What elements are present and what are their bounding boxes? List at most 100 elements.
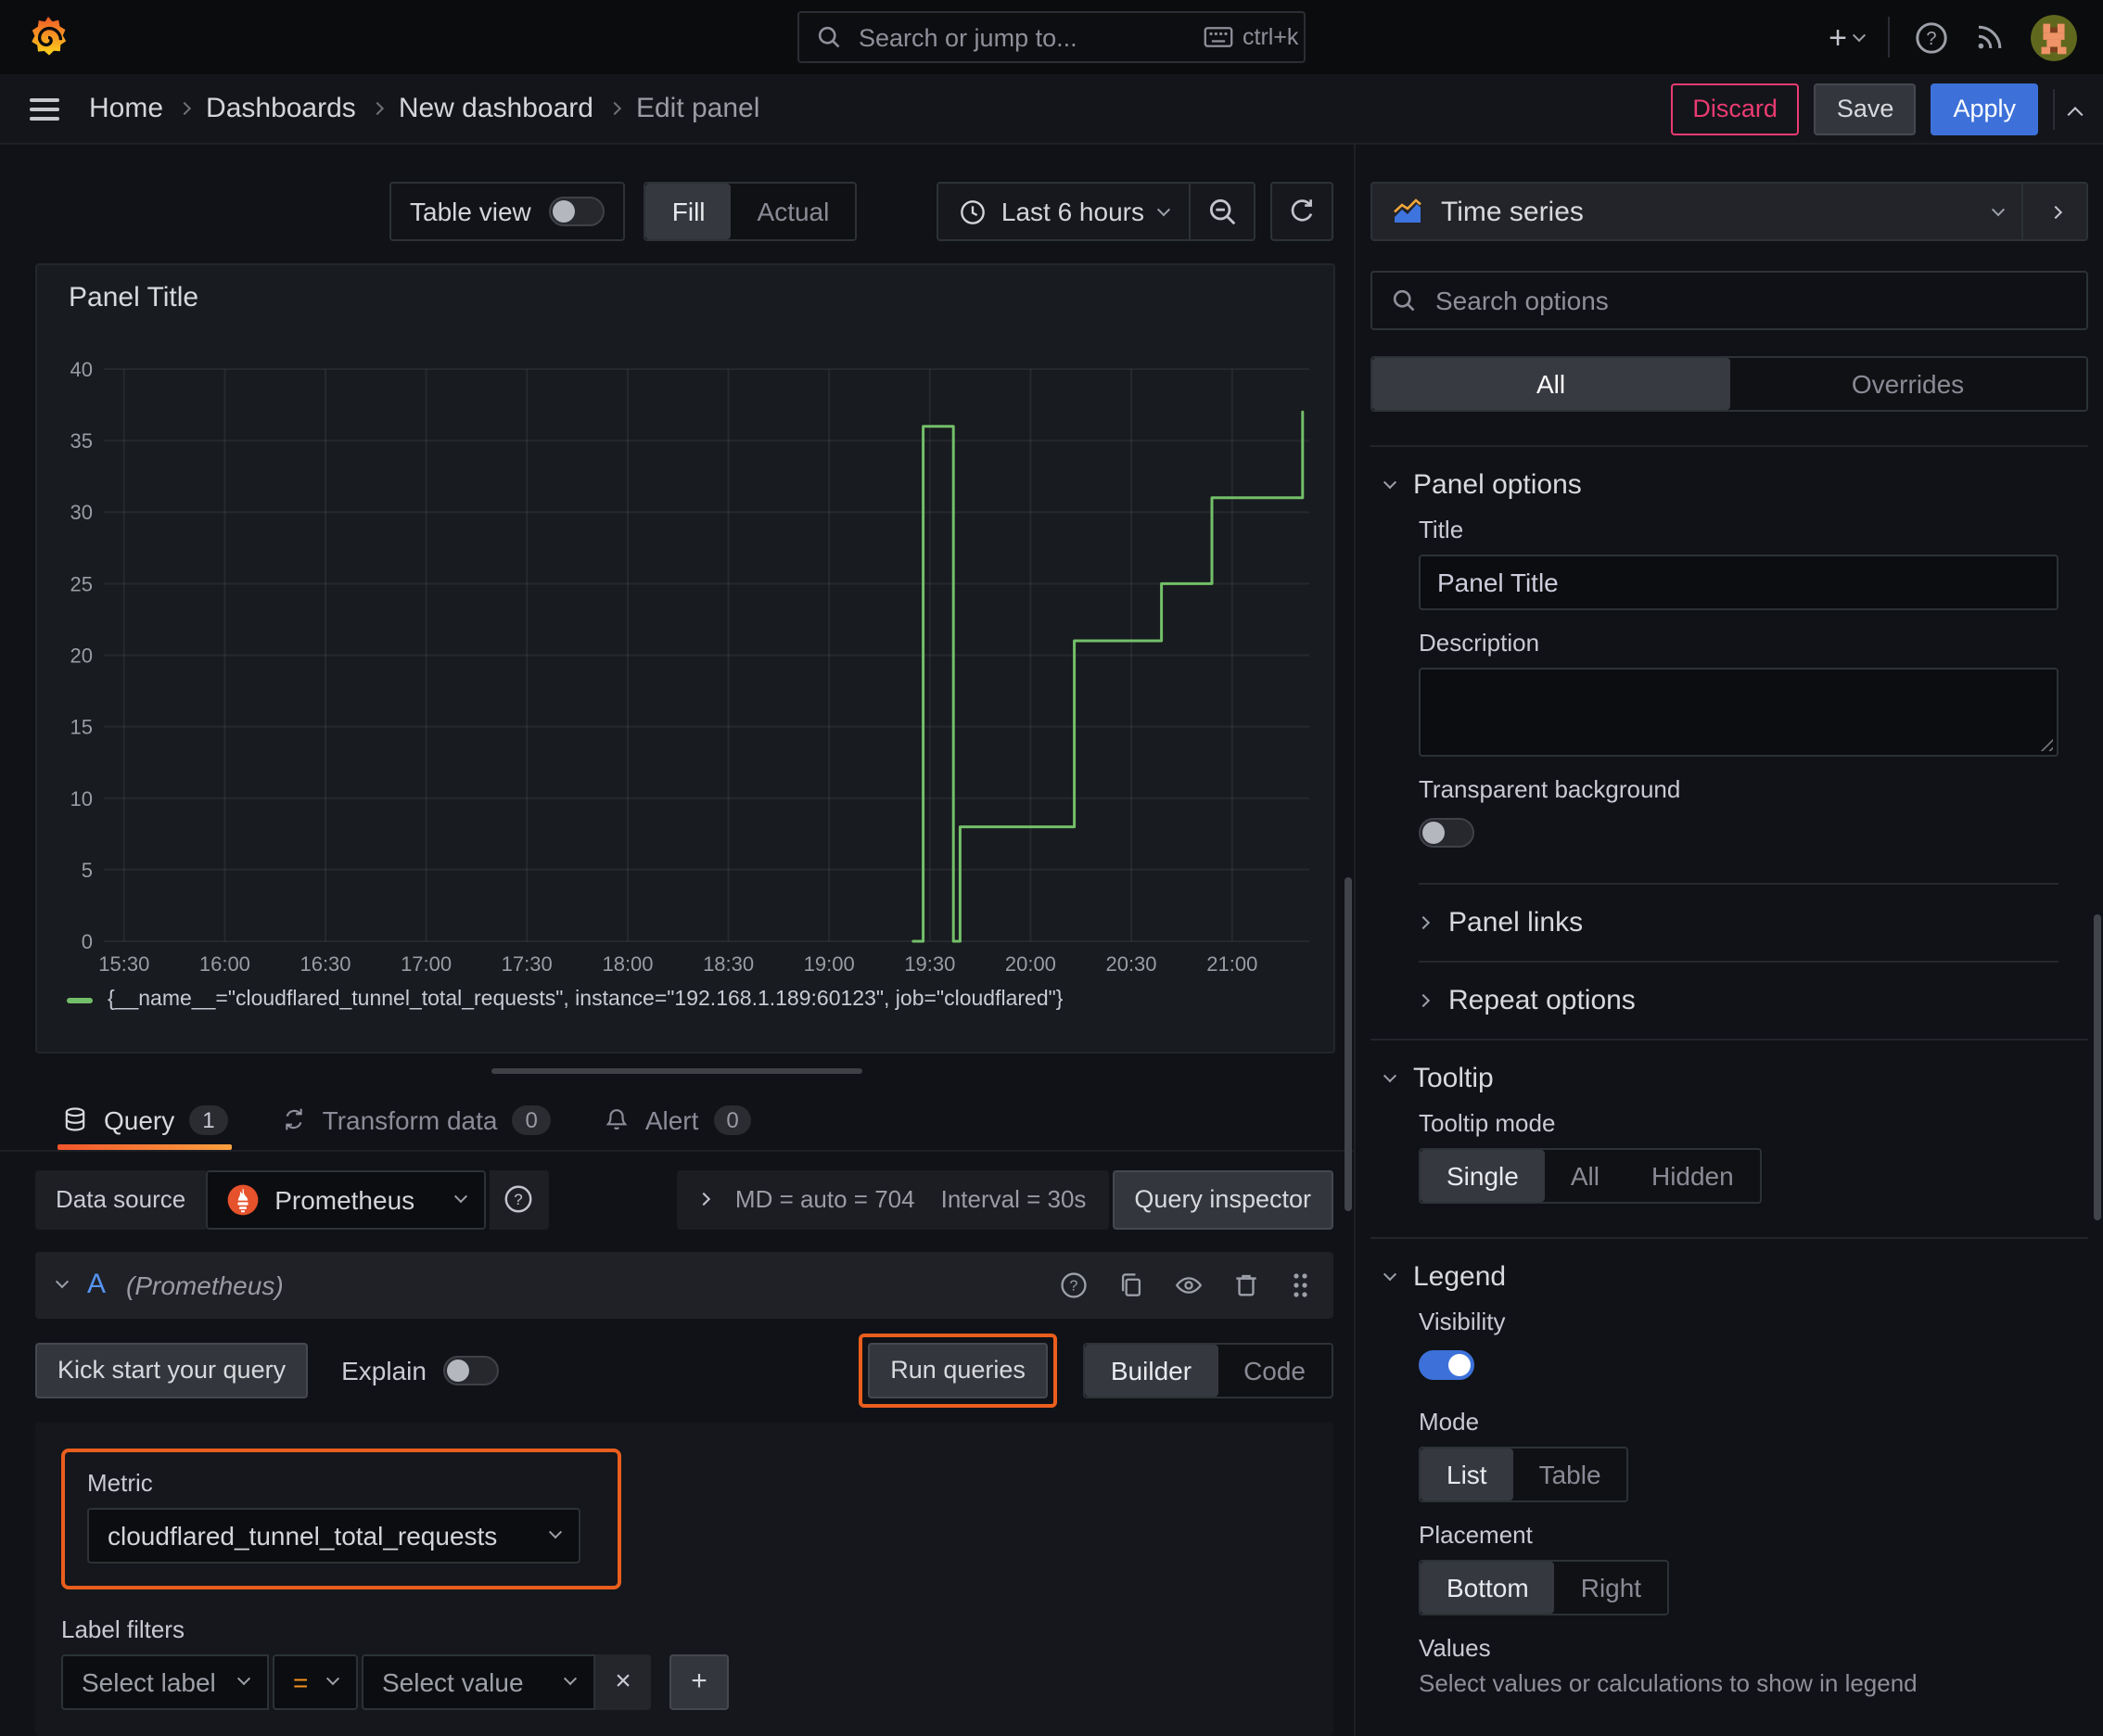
operator-dropdown[interactable]: =: [273, 1653, 358, 1710]
breadcrumb: Home Dashboards New dashboard Edit panel: [89, 93, 759, 124]
metric-highlight: Metric cloudflared_tunnel_total_requests: [61, 1448, 621, 1589]
legend-table-option[interactable]: Table: [1513, 1449, 1627, 1500]
svg-text:20:00: 20:00: [1005, 952, 1056, 976]
menu-icon[interactable]: [22, 90, 67, 127]
chevron-right-icon: [1416, 915, 1431, 930]
help-icon[interactable]: ?: [1914, 19, 1949, 55]
tab-query[interactable]: Query 1: [57, 1090, 232, 1150]
grafana-logo-icon[interactable]: [26, 15, 70, 59]
duplicate-query-icon[interactable]: [1116, 1270, 1146, 1300]
panel-toolbar: Table view Fill Actual Last 6 hours: [389, 182, 1333, 241]
chevron-right-icon[interactable]: [697, 1193, 711, 1207]
breadcrumb-dashboards[interactable]: Dashboards: [206, 93, 356, 124]
description-textarea[interactable]: [1419, 668, 2058, 757]
scrollbar-thumb[interactable]: [2094, 914, 2101, 1220]
svg-text:21:00: 21:00: [1206, 952, 1257, 976]
collapse-header-icon[interactable]: [2067, 103, 2084, 122]
chevron-down-icon: [1383, 1069, 1397, 1083]
prometheus-icon: [227, 1184, 259, 1216]
query-stats: MD = auto = 704 Interval = 30s: [677, 1169, 1109, 1230]
svg-text:10: 10: [70, 787, 93, 811]
drag-handle-icon[interactable]: [1289, 1270, 1311, 1300]
clock-icon: [961, 199, 985, 223]
viz-suggestions-icon[interactable]: [2023, 184, 2086, 239]
tooltip-section[interactable]: Tooltip: [1370, 1040, 2088, 1105]
chevron-down-icon: [1852, 28, 1867, 42]
repeat-options-section[interactable]: Repeat options: [1416, 961, 2058, 1039]
svg-text:18:30: 18:30: [703, 952, 754, 976]
refresh-icon[interactable]: [1270, 182, 1333, 241]
legend-series-marker: [67, 997, 93, 1002]
visibility-label: Visibility: [1419, 1308, 1506, 1335]
svg-text:30: 30: [70, 501, 93, 524]
discard-button[interactable]: Discard: [1670, 83, 1800, 134]
query-help-icon[interactable]: ?: [1059, 1270, 1089, 1300]
options-tabs: All Overrides: [1370, 356, 2088, 412]
transparent-bg-toggle[interactable]: [1419, 818, 1474, 848]
svg-text:16:00: 16:00: [199, 952, 250, 976]
svg-text:19:00: 19:00: [804, 952, 855, 976]
tab-alert[interactable]: Alert 0: [603, 1090, 752, 1150]
delete-query-icon[interactable]: [1231, 1270, 1261, 1300]
datasource-picker[interactable]: Prometheus: [206, 1169, 486, 1230]
collapse-query-icon[interactable]: [55, 1276, 70, 1290]
run-queries-button[interactable]: Run queries: [868, 1342, 1048, 1398]
scrollbar-thumb[interactable]: [1345, 877, 1352, 1211]
code-option[interactable]: Code: [1217, 1345, 1332, 1397]
panel-links-section[interactable]: Panel links: [1416, 883, 2058, 961]
legend-list-option[interactable]: List: [1421, 1449, 1513, 1500]
apply-button[interactable]: Apply: [1931, 83, 2038, 134]
datasource-help-icon[interactable]: ?: [489, 1169, 549, 1230]
svg-text:?: ?: [1070, 1279, 1078, 1295]
add-filter-button[interactable]: +: [669, 1653, 729, 1710]
tooltip-single-option[interactable]: Single: [1421, 1150, 1545, 1202]
query-inspector-button[interactable]: Query inspector: [1112, 1169, 1333, 1230]
breadcrumb-new-dashboard[interactable]: New dashboard: [399, 93, 593, 124]
title-field-label: Title: [1419, 516, 1464, 543]
explain-toggle[interactable]: [442, 1355, 499, 1385]
alert-count-badge: 0: [713, 1104, 752, 1135]
zoom-out-icon[interactable]: [1191, 184, 1254, 239]
placement-right-option[interactable]: Right: [1555, 1562, 1667, 1614]
tab-all-options[interactable]: All: [1372, 358, 1729, 410]
tooltip-hidden-option[interactable]: Hidden: [1625, 1150, 1760, 1202]
placement-bottom-option[interactable]: Bottom: [1421, 1562, 1555, 1614]
search-input[interactable]: [855, 21, 1191, 53]
hide-query-icon[interactable]: [1174, 1270, 1204, 1300]
query-options-row: Kick start your query Explain Run querie…: [35, 1333, 1333, 1408]
transform-count-badge: 0: [512, 1104, 551, 1135]
remove-filter-button[interactable]: ×: [595, 1653, 651, 1710]
resize-corner-icon[interactable]: [2036, 734, 2053, 751]
panel-title-input[interactable]: [1419, 555, 2058, 610]
legend-visibility-toggle[interactable]: [1419, 1350, 1474, 1380]
select-label-dropdown[interactable]: Select label: [61, 1653, 269, 1710]
legend-section[interactable]: Legend: [1370, 1239, 2088, 1304]
builder-option[interactable]: Builder: [1084, 1344, 1218, 1397]
new-menu-button[interactable]: +: [1829, 21, 1867, 53]
avatar[interactable]: [2031, 14, 2077, 60]
tooltip-all-option[interactable]: All: [1545, 1150, 1625, 1202]
fill-option[interactable]: Fill: [645, 184, 732, 239]
tab-overrides[interactable]: Overrides: [1729, 358, 2086, 410]
kick-start-button[interactable]: Kick start your query: [35, 1342, 309, 1398]
save-button[interactable]: Save: [1814, 83, 1917, 134]
select-value-dropdown[interactable]: Select value: [362, 1653, 595, 1710]
query-ref-id: A: [87, 1269, 107, 1301]
time-range-button[interactable]: Last 6 hours: [938, 184, 1189, 239]
query-row-header[interactable]: A (Prometheus) ?: [35, 1251, 1333, 1319]
panel-resize-handle[interactable]: [491, 1067, 862, 1075]
chart-plot[interactable]: 0 5 10 15 20 25 30 35 40 15:30 16:00 16:30 17:00 17:3…: [37, 265, 1337, 1066]
query-builder-body: Metric cloudflared_tunnel_total_requests…: [35, 1422, 1333, 1736]
panel-options-section[interactable]: Panel options: [1370, 447, 2088, 512]
actual-option[interactable]: Actual: [732, 184, 856, 239]
news-icon[interactable]: [1973, 20, 2007, 54]
svg-text:?: ?: [514, 1192, 522, 1209]
chart-legend[interactable]: {__name__="cloudflared_tunnel_total_requ…: [67, 989, 1063, 1011]
options-search-input[interactable]: [1432, 284, 2068, 317]
viz-select[interactable]: Time series: [1372, 184, 2021, 239]
label-filters-row: Select label = Select value × +: [61, 1653, 1307, 1710]
breadcrumb-home[interactable]: Home: [89, 93, 163, 124]
metric-select[interactable]: cloudflared_tunnel_total_requests: [87, 1507, 580, 1564]
tab-transform-data[interactable]: Transform data 0: [280, 1090, 551, 1150]
table-view-toggle[interactable]: [549, 197, 605, 226]
